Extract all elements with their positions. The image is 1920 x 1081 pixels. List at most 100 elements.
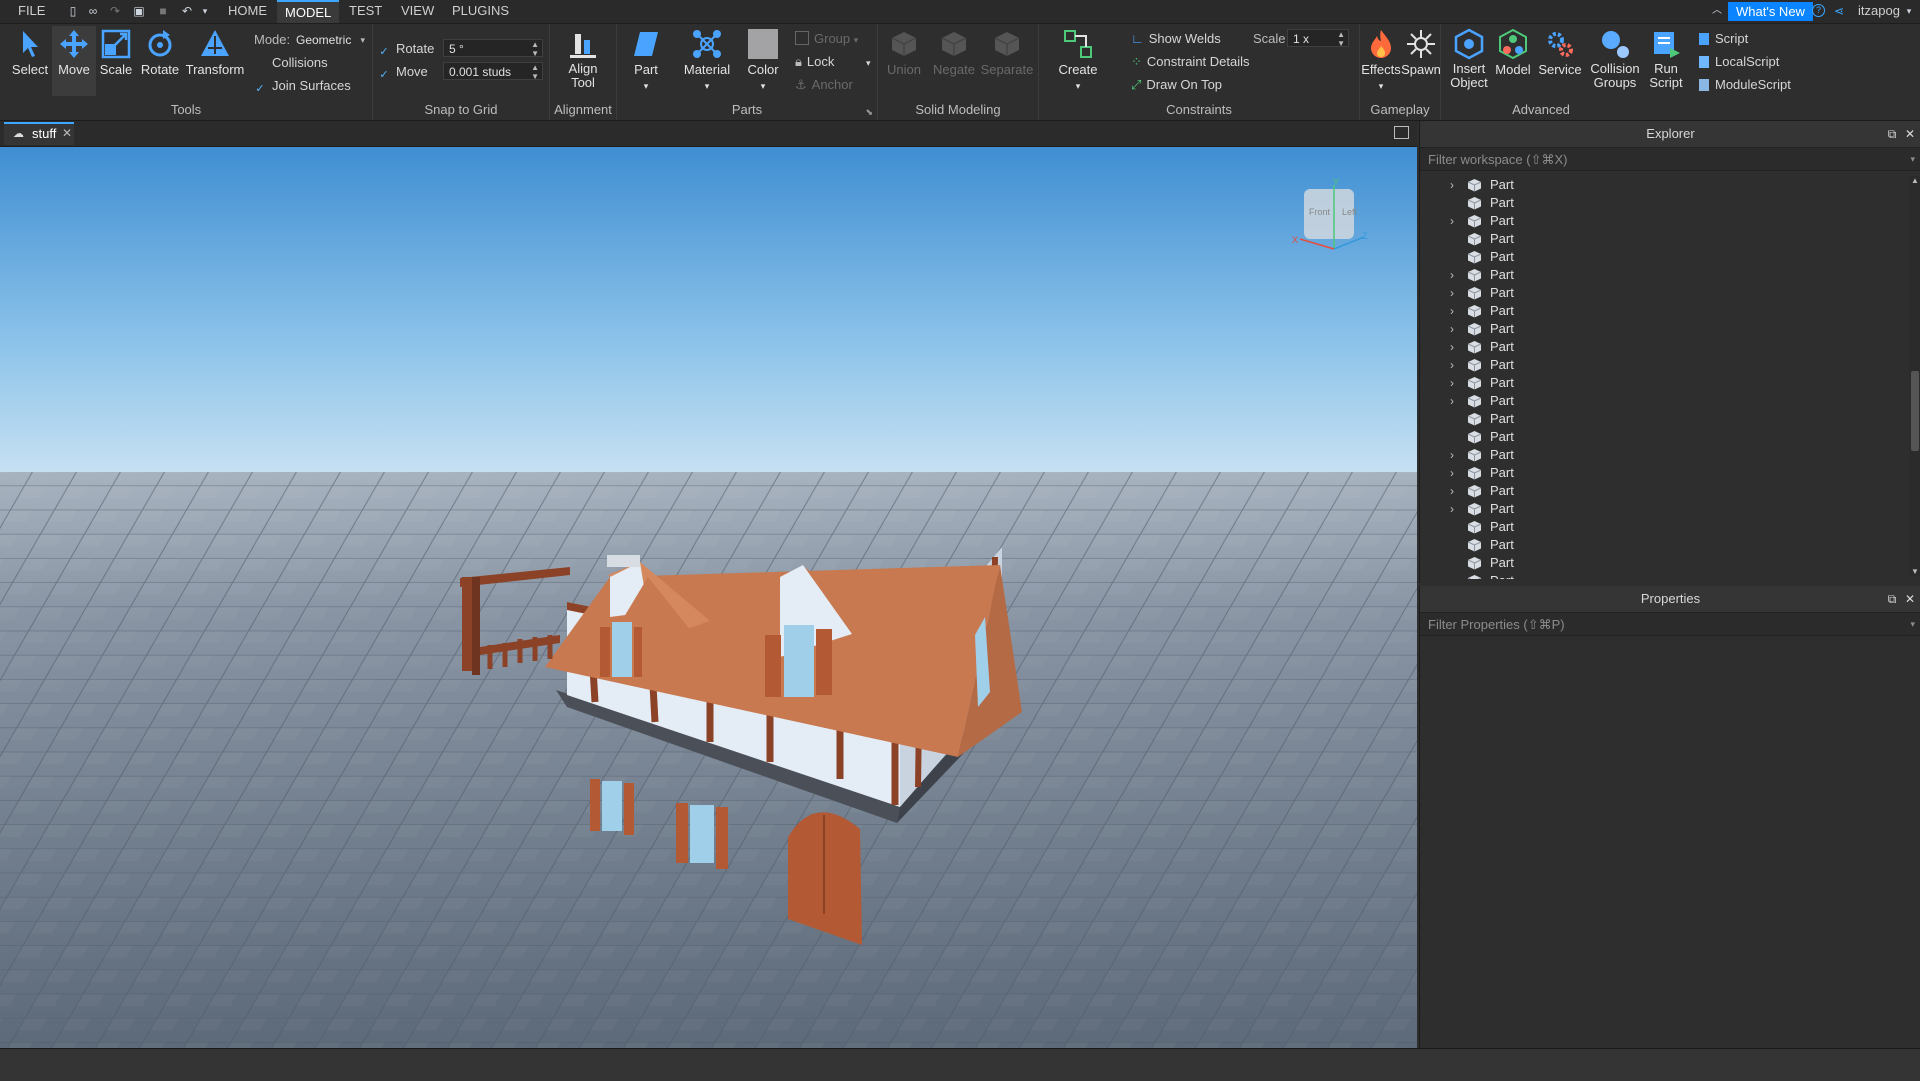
explorer-scroll-thumb[interactable] — [1911, 371, 1919, 451]
move-snap-stepper-icon[interactable]: ▲ ▼ — [531, 63, 539, 81]
separate-button[interactable]: Separate — [980, 28, 1034, 77]
insert-object-button[interactable]: Insert Object — [1447, 28, 1491, 90]
viewport-scene[interactable] — [0, 147, 1417, 1048]
tree-row-part[interactable]: › Part — [1420, 464, 1900, 482]
module-script-button[interactable]: ModuleScript — [1699, 77, 1791, 92]
spawn-button[interactable]: Spawn — [1401, 28, 1441, 77]
join-surfaces-checkbox[interactable]: ✓ — [254, 83, 266, 95]
model-button[interactable]: Model — [1493, 28, 1533, 77]
user-dropdown-icon[interactable]: ▾ — [1902, 4, 1916, 18]
collapse-ribbon-icon[interactable]: ︿ — [1710, 4, 1724, 18]
tree-row-part[interactable]: › Part — [1420, 284, 1900, 302]
tab-view[interactable]: VIEW — [401, 3, 434, 18]
tree-row-part[interactable]: › Part — [1420, 320, 1900, 338]
color-button[interactable]: Color ▾ — [743, 28, 783, 92]
tree-row-part[interactable]: Part — [1420, 410, 1900, 428]
close-tab-icon[interactable]: ✕ — [62, 126, 72, 140]
tree-row-part[interactable]: Part — [1420, 230, 1900, 248]
tree-row-part[interactable]: › Part — [1420, 266, 1900, 284]
expand-chevron-icon[interactable]: › — [1450, 338, 1462, 356]
lock-dropdown-icon[interactable]: ▾ — [866, 58, 871, 68]
expand-chevron-icon[interactable]: › — [1450, 356, 1462, 374]
save-icon[interactable]: ■ — [156, 4, 170, 18]
rotate-snap-checkbox[interactable]: ✓ — [378, 46, 390, 58]
select-tool[interactable]: Select — [8, 28, 52, 77]
tree-row-part[interactable]: Part — [1420, 518, 1900, 536]
tree-row-part[interactable]: › Part — [1420, 446, 1900, 464]
service-button[interactable]: Service — [1535, 28, 1585, 77]
tab-layout-icon[interactable] — [1394, 126, 1409, 139]
mode-select[interactable]: Geometric ▾ — [290, 30, 368, 48]
tree-row-part[interactable]: › Part — [1420, 500, 1900, 518]
show-welds-button[interactable]: ∟ Show Welds — [1131, 31, 1221, 46]
explorer-scrollbar[interactable]: ▲ ▼ — [1909, 176, 1920, 576]
tree-row-part[interactable]: › Part — [1420, 338, 1900, 356]
tree-row-part[interactable]: Part — [1420, 194, 1900, 212]
expand-chevron-icon[interactable]: › — [1450, 464, 1462, 482]
whats-new-button[interactable]: What's New — [1728, 2, 1813, 21]
move-snap-toggle[interactable]: ✓ Move — [378, 64, 427, 81]
expand-chevron-icon[interactable]: › — [1450, 446, 1462, 464]
redo-arrow-icon[interactable]: ↷ — [108, 4, 122, 18]
expand-chevron-icon[interactable]: › — [1450, 212, 1462, 230]
rotate-tool[interactable]: Rotate — [138, 28, 182, 77]
material-button[interactable]: Material ▾ — [680, 28, 734, 92]
new-file-icon[interactable]: ▯ — [66, 4, 80, 18]
tree-row-part[interactable]: › Part — [1420, 572, 1900, 579]
rotate-snap-input[interactable]: 5 ° ▲ ▼ — [443, 39, 543, 58]
scroll-up-icon[interactable]: ▲ — [1911, 176, 1919, 185]
collisions-toggle[interactable]: Collisions — [254, 55, 328, 70]
align-tool-button[interactable]: Align Tool — [558, 28, 608, 90]
constraint-scale-input[interactable]: 1 x ▲ ▼ — [1287, 29, 1349, 48]
explorer-close-icon[interactable]: ✕ — [1903, 127, 1917, 141]
expand-chevron-icon[interactable]: › — [1450, 266, 1462, 284]
properties-undock-icon[interactable]: ⧉ — [1885, 592, 1899, 606]
tree-row-part[interactable]: › Part — [1420, 374, 1900, 392]
tree-row-part[interactable]: Part — [1420, 428, 1900, 446]
explorer-undock-icon[interactable]: ⧉ — [1885, 127, 1899, 141]
tree-row-part[interactable]: › Part — [1420, 176, 1900, 194]
constraint-scale-stepper-icon[interactable]: ▲ ▼ — [1337, 30, 1345, 48]
expand-chevron-icon[interactable]: › — [1450, 176, 1462, 194]
tree-row-part[interactable]: Part — [1420, 536, 1900, 554]
local-script-button[interactable]: LocalScript — [1699, 54, 1779, 69]
publish-icon[interactable]: ▣ — [132, 4, 146, 18]
tab-model[interactable]: MODEL — [277, 0, 340, 23]
tree-row-part[interactable]: › Part — [1420, 356, 1900, 374]
tree-row-part[interactable]: › Part — [1420, 392, 1900, 410]
3d-viewport[interactable]: Front Left Y X Z — [0, 147, 1417, 1048]
expand-chevron-icon[interactable]: › — [1450, 392, 1462, 410]
username[interactable]: itzapog — [1858, 3, 1900, 18]
expand-chevron-icon[interactable]: › — [1450, 302, 1462, 320]
run-script-button[interactable]: Run Script — [1645, 28, 1687, 90]
expand-chevron-icon[interactable]: › — [1450, 374, 1462, 392]
tree-row-part[interactable]: Part — [1420, 248, 1900, 266]
tree-row-part[interactable]: › Part — [1420, 482, 1900, 500]
properties-close-icon[interactable]: ✕ — [1903, 592, 1917, 606]
part-button[interactable]: Part ▾ — [624, 28, 668, 92]
explorer-filter-input[interactable]: Filter workspace (⇧⌘X) ▾ — [1420, 148, 1920, 171]
explorer-filter-dropdown-icon[interactable]: ▾ — [1910, 148, 1915, 171]
rotate-snap-stepper-icon[interactable]: ▲ ▼ — [531, 40, 539, 58]
constraint-details-button[interactable]: ⁘ Constraint Details — [1131, 54, 1250, 70]
undo-dropdown-icon[interactable]: ▾ — [198, 4, 212, 18]
group-button[interactable]: Group ▾ — [795, 31, 858, 46]
create-constraint-button[interactable]: Create ▾ — [1053, 28, 1103, 92]
properties-filter-input[interactable]: Filter Properties (⇧⌘P) ▾ — [1420, 613, 1920, 636]
view-cube[interactable]: Front Left Y X Z — [1290, 177, 1370, 257]
expand-chevron-icon[interactable]: › — [1450, 482, 1462, 500]
transform-tool[interactable]: Transform — [184, 28, 246, 77]
tree-row-part[interactable]: Part — [1420, 554, 1900, 572]
tree-row-part[interactable]: › Part — [1420, 302, 1900, 320]
file-menu[interactable]: FILE — [18, 3, 45, 18]
negate-button[interactable]: Negate — [932, 28, 976, 77]
help-icon[interactable]: ? — [1812, 4, 1825, 17]
scroll-down-icon[interactable]: ▼ — [1911, 567, 1919, 576]
collision-groups-button[interactable]: Collision Groups — [1587, 28, 1643, 90]
draw-on-top-button[interactable]: ⤢ Draw On Top — [1131, 77, 1222, 93]
tab-home[interactable]: HOME — [228, 3, 267, 18]
join-surfaces-toggle[interactable]: ✓ Join Surfaces — [254, 78, 350, 95]
lock-button[interactable]: 🔒︎ Lock ▾ — [795, 54, 871, 70]
tree-row-part[interactable]: › Part — [1420, 212, 1900, 230]
tab-plugins[interactable]: PLUGINS — [452, 3, 509, 18]
